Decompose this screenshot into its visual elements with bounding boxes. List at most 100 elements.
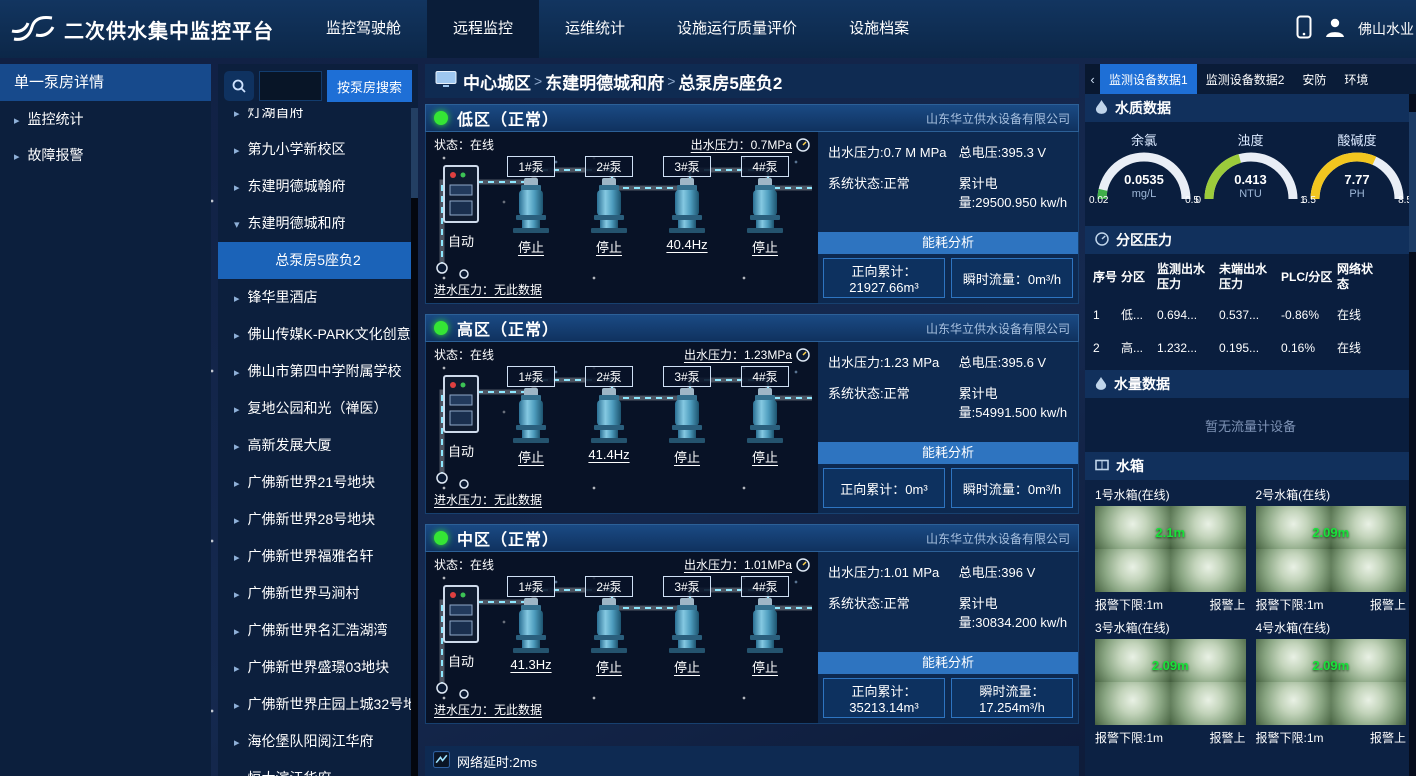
zone-online-status: 状态：在线	[434, 556, 494, 573]
water-tank-photo: 2.09m	[1095, 639, 1246, 725]
pressure-gauge-icon	[796, 558, 810, 572]
chevron-right-icon: ▸	[234, 589, 240, 601]
pump-row: 自动1#泵停止2#泵停止3#泵40.4Hz4#泵停止	[426, 153, 818, 277]
energy-analysis-title: 能耗分析	[818, 232, 1078, 254]
table-cell: 1.232...	[1155, 333, 1217, 363]
zone-stat: 累计电量:29500.950 kw/h	[959, 173, 1070, 211]
pump-unit: 4#泵停止	[726, 363, 804, 487]
tabs-back-chevron-icon[interactable]: ‹	[1085, 64, 1100, 94]
pump-icon	[665, 387, 709, 445]
right-panel-tab[interactable]: 监测设备数据2	[1197, 64, 1294, 94]
station-item[interactable]: ▸广佛新世界庄园上城32号地块	[218, 686, 418, 723]
station-search-button[interactable]: 按泵房搜索	[327, 70, 412, 102]
top-nav-item[interactable]: 监控驾驶舱	[300, 0, 427, 58]
station-item[interactable]: ▸海伦堡队阳阅江华府	[218, 723, 418, 760]
zone-stat: 系统状态:正常	[828, 173, 953, 211]
water-tank-photo: 2.09m	[1256, 506, 1407, 592]
pump-icon	[743, 387, 787, 445]
station-item[interactable]: ▸广佛新世界名汇浩湖湾	[218, 612, 418, 649]
zone-stats: 出水压力:1.23 MPa总电压:395.6 V系统状态:正常累计电量:5499…	[818, 342, 1078, 513]
station-item[interactable]: ▸锋华里酒店	[218, 279, 418, 316]
station-label: 广佛新世界马涧村	[248, 585, 360, 601]
top-nav-item[interactable]: 运维统计	[539, 0, 651, 58]
pump-state: 停止	[752, 447, 778, 466]
zone-out-pressure: 出水压力：0.7MPa	[691, 136, 810, 153]
station-item[interactable]: ▸第九小学新校区	[218, 131, 418, 168]
pump-unit: 2#泵41.4Hz	[570, 363, 648, 487]
zone-panel: 低区（正常）山东华立供水设备有限公司状态：在线出水压力：0.7MPa自动1#泵停…	[425, 104, 1079, 304]
pressure-icon	[1095, 232, 1109, 249]
top-nav-item[interactable]: 远程监控	[427, 0, 539, 58]
control-cabinet-icon	[443, 165, 479, 223]
energy-analysis-title: 能耗分析	[818, 442, 1078, 464]
top-nav-item[interactable]: 设施档案	[823, 0, 935, 58]
pump-mode-label: 自动	[448, 231, 474, 250]
breadcrumb-item[interactable]: 中心城区	[463, 69, 531, 94]
zone-body: 状态：在线出水压力：1.23MPa自动1#泵停止2#泵41.4Hz3#泵停止4#…	[425, 342, 1079, 514]
station-search-input[interactable]	[259, 71, 322, 101]
droplet-icon	[1095, 99, 1108, 117]
tank-level-value: 2.09m	[1095, 658, 1246, 673]
zone-stat: 系统状态:正常	[828, 593, 953, 631]
station-item[interactable]: ▾东建明德城和府	[218, 205, 418, 242]
sidebar-item[interactable]: ▸故障报警	[0, 137, 211, 173]
station-item[interactable]: ▸恒大滨江华府	[218, 760, 418, 776]
pump-icon	[509, 177, 553, 235]
right-scrollbar[interactable]	[1409, 94, 1416, 776]
station-item[interactable]: ▸高新发展大厦	[218, 427, 418, 464]
station-item[interactable]: ▸ 广佛新世界马涧村	[218, 575, 418, 612]
top-nav-item[interactable]: 设施运行质量评价	[651, 0, 823, 58]
station-item[interactable]: ▸广佛新世界盛璟03地块	[218, 649, 418, 686]
zone-header: 低区（正常）山东华立供水设备有限公司	[425, 104, 1079, 132]
energy-cells: 正向累计：35213.14m³瞬时流量：17.254m³/h	[818, 674, 1078, 723]
tank-alarm-row: 报警下限:1m报警上	[1095, 729, 1246, 746]
station-item[interactable]: ▸复地公园和光（禅医）	[218, 390, 418, 427]
station-label: 第九小学新校区	[248, 141, 346, 157]
pump-state: 停止	[674, 657, 700, 676]
station-item[interactable]: ▸东建明德城翰府	[218, 168, 418, 205]
user-label[interactable]: 佛山水业	[1358, 19, 1414, 39]
scrollbar-thumb[interactable]	[411, 108, 418, 198]
pump-name: 4#泵	[741, 576, 788, 597]
station-label: 佛山市第四中学附属学校	[248, 363, 402, 379]
table-row: 1低...0.694...0.537...-0.86%在线	[1091, 298, 1410, 331]
station-scrollbar[interactable]	[411, 108, 418, 776]
phone-icon[interactable]	[1296, 15, 1312, 44]
tank-alarm-low: 报警下限:1m	[1095, 729, 1163, 746]
tank-name: 2号水箱(在线)	[1256, 486, 1407, 503]
zone-company: 山东华立供水设备有限公司	[926, 530, 1070, 547]
scrollbar-thumb[interactable]	[1409, 112, 1416, 252]
right-tabs: ‹ 监测设备数据1监测设备数据2安防环境	[1085, 64, 1416, 94]
main-content: 中心城区>东建明德城和府>总泵房5座负2 低区（正常）山东华立供水设备有限公司状…	[425, 64, 1079, 776]
right-panel-tab[interactable]: 安防	[1293, 64, 1335, 94]
right-panel-tab[interactable]: 监测设备数据1	[1100, 64, 1197, 94]
sidebar-item[interactable]: ▸监控统计	[0, 101, 211, 137]
station-item[interactable]: ▸广佛新世界福雅名轩	[218, 538, 418, 575]
user-icon[interactable]	[1324, 16, 1346, 43]
table-cell: 0.694...	[1155, 300, 1217, 330]
zone-stat: 系统状态:正常	[828, 383, 953, 421]
pump-name: 3#泵	[663, 576, 710, 597]
zone-title: 低区（正常）	[457, 106, 559, 130]
station-label: 复地公园和光（禅医）	[248, 400, 388, 416]
section-title: 水质数据	[1115, 98, 1171, 118]
pump-icon	[509, 597, 553, 655]
station-item[interactable]: ▸广佛新世界28号地块	[218, 501, 418, 538]
station-item[interactable]: ▸ 佛山市第四中学附属学校	[218, 353, 418, 390]
station-child-item[interactable]: 总泵房5座负2	[218, 242, 418, 279]
station-label: 东建明德城和府	[248, 215, 346, 231]
pump-unit: 1#泵41.3Hz	[492, 573, 570, 697]
tank-card: 4号水箱(在线)2.09m报警下限:1m报警上	[1256, 619, 1407, 746]
gauge-min-label: 0.02	[1089, 195, 1108, 206]
station-item[interactable]: ▸广佛新世界21号地块	[218, 464, 418, 501]
pump-unit: 3#泵40.4Hz	[648, 153, 726, 277]
breadcrumb-item[interactable]: 东建明德城和府	[545, 69, 664, 94]
chevron-right-icon: ▸	[234, 367, 240, 379]
left-sidebar: 单一泵房详情 ▸监控统计▸故障报警	[0, 64, 211, 776]
right-panel-tab[interactable]: 环境	[1335, 64, 1377, 94]
breadcrumb-item[interactable]: 总泵房5座负2	[678, 69, 782, 94]
pump-icon	[509, 387, 553, 445]
station-item[interactable]: ▸佛山传媒K-PARK文化创意园	[218, 316, 418, 353]
out-pressure-label: 出水压力：0.7MPa	[691, 136, 792, 153]
water-volume-header: 水量数据	[1085, 370, 1416, 398]
